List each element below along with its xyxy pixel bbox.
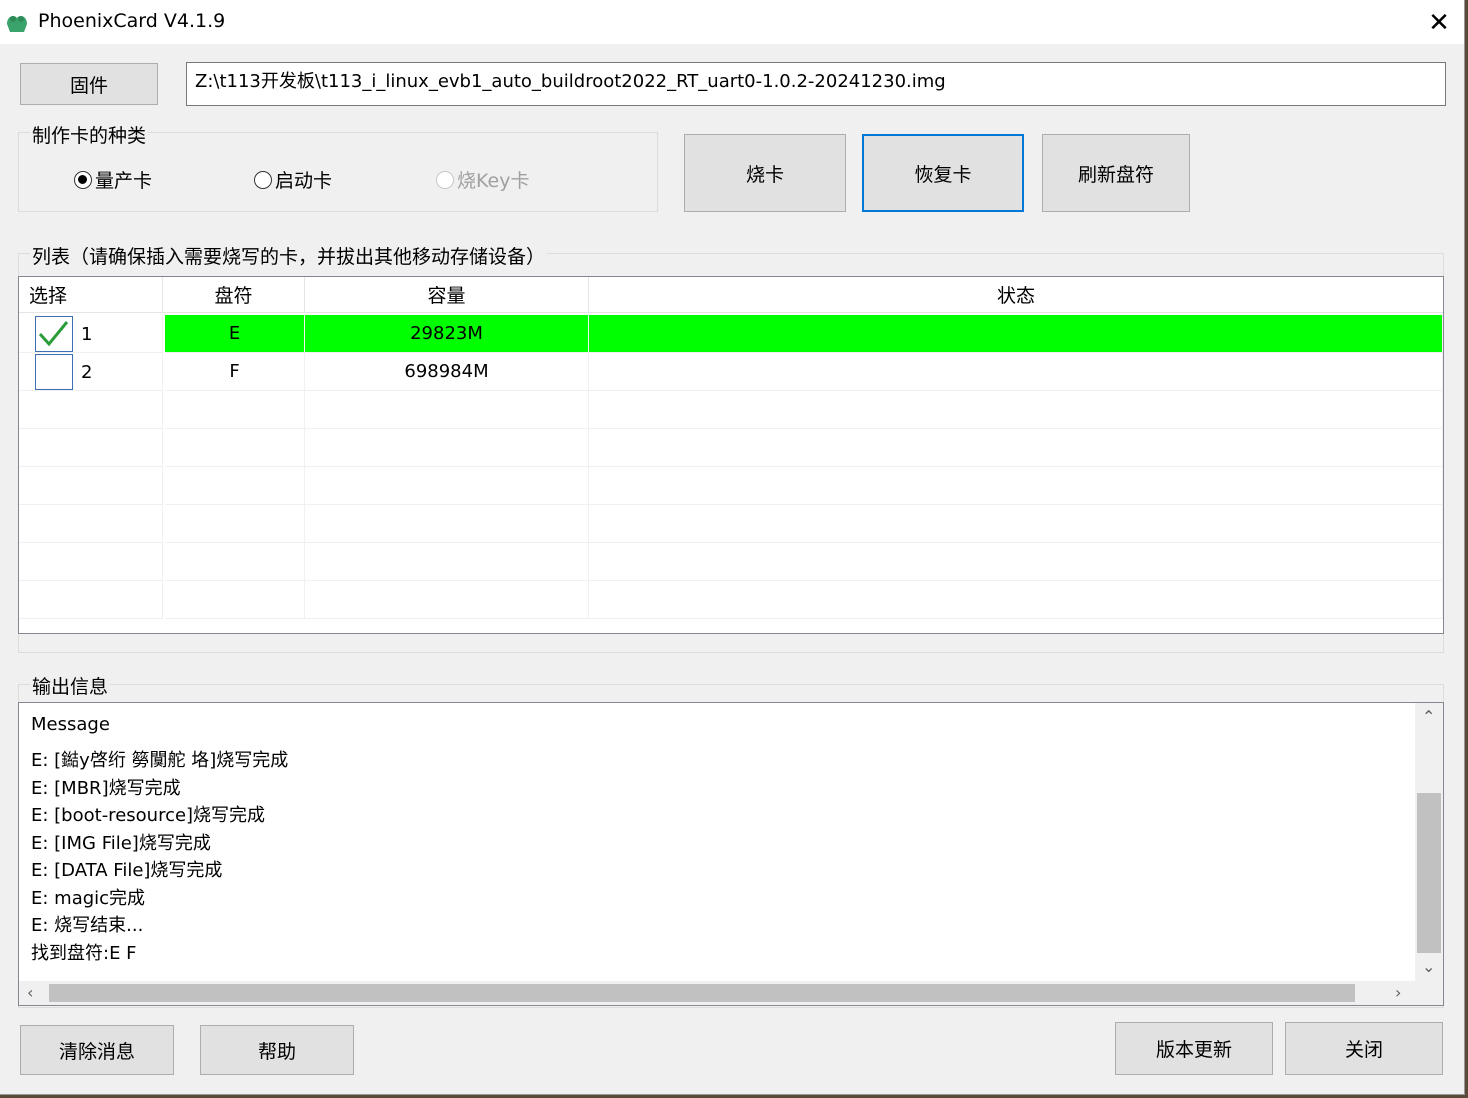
radio-selected-icon [74, 170, 92, 189]
scroll-left-icon[interactable]: ‹ [27, 983, 33, 1002]
message-line: E: [IMG File]烧写完成 [31, 833, 211, 854]
radio-boot-card[interactable]: 启动卡 [254, 166, 332, 193]
app-window: PhoenixCard V4.1.9 ✕ 固件 Z:\t113开发板\t113_… [0, 0, 1465, 1095]
phoenix-app-icon [7, 16, 27, 32]
empty-row [19, 581, 1443, 619]
disk-list-group-label: 列表（请确保插入需要烧写的卡，并拔出其他移动存储设备） [30, 242, 548, 269]
scroll-down-icon[interactable]: ⌄ [1422, 957, 1435, 976]
capacity-cell: 698984M [305, 353, 589, 391]
radio-label: 量产卡 [95, 170, 153, 192]
scroll-up-icon[interactable]: ⌃ [1422, 707, 1435, 726]
radio-label: 烧Key卡 [457, 170, 530, 192]
capacity-cell: 29823M [305, 315, 589, 353]
burn-card-button[interactable]: 烧卡 [684, 134, 846, 212]
empty-row [19, 505, 1443, 543]
disk-list-table[interactable]: 选择 盘符 容量 状态 1 E 29823M 2 F 698984M [18, 276, 1444, 634]
select-cell: 1 [19, 315, 163, 353]
row-checkbox[interactable] [35, 354, 73, 390]
radio-label: 启动卡 [275, 170, 333, 192]
firmware-button[interactable]: 固件 [20, 63, 158, 105]
empty-row [19, 467, 1443, 505]
empty-row [19, 429, 1443, 467]
help-button[interactable]: 帮助 [200, 1025, 354, 1075]
window-title: PhoenixCard V4.1.9 [38, 10, 226, 32]
radio-key-card: 烧Key卡 [436, 166, 529, 193]
message-line: E: [boot-resource]烧写完成 [31, 805, 266, 826]
horizontal-scrollbar[interactable]: ‹ › [19, 981, 1443, 1005]
firmware-path-field[interactable]: Z:\t113开发板\t113_i_linux_evb1_auto_buildr… [186, 62, 1446, 106]
table-row[interactable]: 1 E 29823M [19, 315, 1443, 353]
message-line: E: [MBR]烧写完成 [31, 778, 181, 799]
message-line: 找到盘符:E F [31, 943, 137, 964]
version-update-button[interactable]: 版本更新 [1115, 1022, 1273, 1075]
checkmark-icon [38, 321, 69, 347]
close-icon[interactable]: ✕ [1422, 6, 1456, 40]
output-group-label: 输出信息 [30, 672, 111, 699]
select-cell: 2 [19, 353, 163, 391]
title-bar: PhoenixCard V4.1.9 ✕ [0, 0, 1464, 44]
status-cell [589, 315, 1443, 353]
radio-disabled-icon [436, 170, 454, 189]
vertical-scroll-thumb[interactable] [1417, 793, 1441, 953]
row-index: 1 [81, 323, 93, 345]
column-header-status[interactable]: 状态 [589, 277, 1443, 313]
drive-cell: E [165, 315, 305, 353]
card-type-group-label: 制作卡的种类 [30, 121, 149, 148]
drive-cell: F [165, 353, 305, 391]
horizontal-scroll-thumb[interactable] [49, 984, 1355, 1002]
vertical-scrollbar[interactable]: ⌃ ⌄ [1415, 703, 1443, 981]
column-header-select[interactable]: 选择 [19, 277, 163, 313]
row-checkbox[interactable] [35, 316, 73, 352]
column-header-drive[interactable]: 盘符 [163, 277, 305, 313]
message-log[interactable]: Message E: [鐑у啓绗 簩闃舵 垎]烧写完成 E: [MBR]烧写完成… [18, 702, 1444, 1006]
empty-row [19, 391, 1443, 429]
column-header-capacity[interactable]: 容量 [305, 277, 589, 313]
empty-row [19, 543, 1443, 581]
clear-messages-button[interactable]: 清除消息 [20, 1025, 174, 1075]
radio-mass-production-card[interactable]: 量产卡 [74, 166, 152, 193]
message-line: Message [31, 714, 110, 735]
message-line: E: 烧写结束... [31, 915, 144, 936]
table-row[interactable]: 2 F 698984M [19, 353, 1443, 391]
refresh-drives-button[interactable]: 刷新盘符 [1042, 134, 1190, 212]
scroll-right-icon[interactable]: › [1395, 983, 1401, 1002]
message-line: E: magic完成 [31, 888, 146, 909]
row-index: 2 [81, 361, 93, 383]
restore-card-button[interactable]: 恢复卡 [862, 134, 1024, 212]
radio-unselected-icon [254, 170, 272, 189]
message-line: E: [DATA File]烧写完成 [31, 860, 223, 881]
message-line: E: [鐑у啓绗 簩闃舵 垎]烧写完成 [31, 750, 289, 771]
close-button[interactable]: 关闭 [1285, 1022, 1443, 1075]
status-cell [589, 353, 1443, 391]
